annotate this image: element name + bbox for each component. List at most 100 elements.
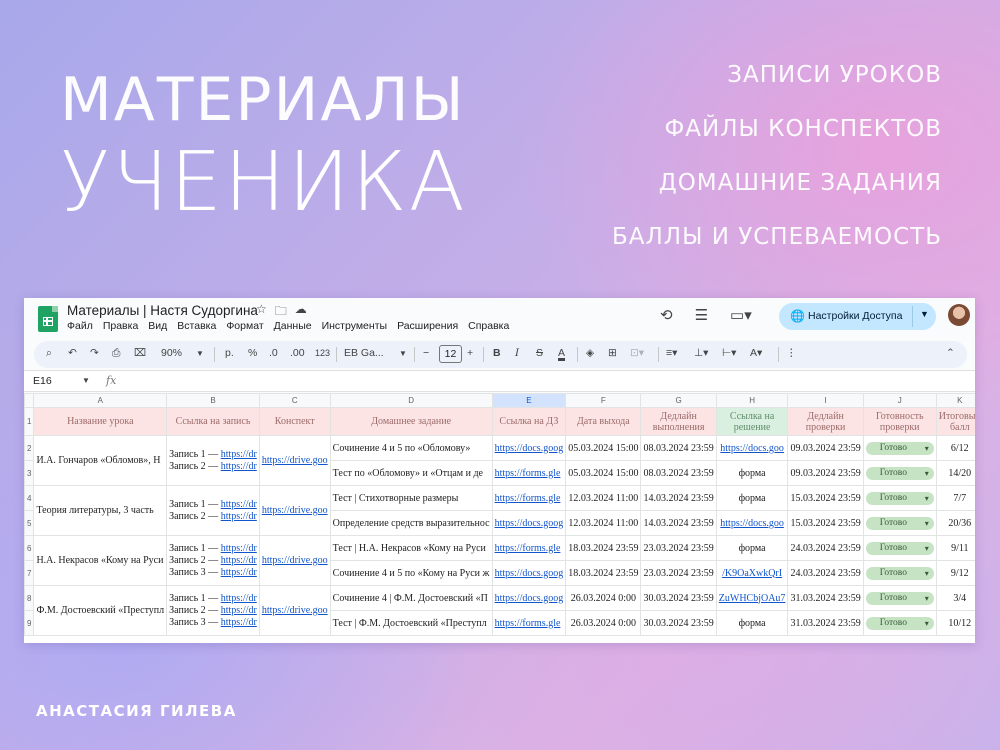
column-header[interactable]: A [33, 393, 168, 408]
column-header[interactable]: H [715, 393, 789, 408]
check-deadline-cell[interactable]: 31.03.2024 23:59 [787, 585, 864, 611]
check-deadline-cell[interactable]: 31.03.2024 23:59 [787, 610, 864, 636]
homework-cell[interactable]: Тест по «Обломову» и «Отцам и де [329, 460, 493, 486]
record-link[interactable]: https://dr [221, 555, 257, 566]
column-header[interactable]: C [258, 393, 331, 408]
merge-cells-icon[interactable]: ⊡▾ [630, 347, 644, 359]
solution-link[interactable]: https://docs.goo [720, 443, 784, 454]
lesson-title-cell[interactable]: И.А. Гончаров «Обломов», Н [33, 435, 168, 486]
status-chip[interactable]: Готово [865, 441, 934, 455]
horizontal-align-icon[interactable]: ≡▾ [666, 347, 677, 359]
homework-cell[interactable]: Сочинение 4 | Ф.М. Достоевский «П [329, 585, 493, 611]
deadline-cell[interactable]: 23.03.2024 23:59 [640, 535, 717, 561]
status-chip[interactable]: Готово [865, 516, 934, 530]
column-header[interactable]: D [329, 393, 493, 408]
homework-link[interactable]: https://docs.goog [495, 518, 564, 529]
text-wrap-icon[interactable]: ⊢▾ [722, 347, 736, 359]
menu-file[interactable]: Файл [67, 320, 93, 332]
borders-icon[interactable]: ⊞ [608, 347, 617, 359]
video-icon[interactable]: ▭▾ [730, 306, 752, 324]
decrease-decimal-button[interactable]: .0 [269, 347, 278, 359]
homework-cell[interactable]: Сочинение 4 и 5 по «Кому на Руси ж [329, 560, 493, 586]
deadline-cell[interactable]: 14.03.2024 23:59 [640, 485, 717, 511]
release-date-cell[interactable]: 26.03.2024 0:00 [565, 610, 642, 636]
homework-link[interactable]: https://forms.gle [495, 493, 561, 504]
chevron-down-icon[interactable]: ▼ [920, 309, 929, 319]
row-header[interactable]: 9 [24, 610, 35, 636]
header-cell[interactable]: Дедлайн проверки [787, 407, 864, 436]
print-icon[interactable]: ⎙ [112, 347, 120, 360]
search-icon[interactable]: ⌕ [46, 347, 52, 360]
homework-link[interactable]: https://forms.gle [495, 468, 561, 479]
header-cell[interactable]: Конспект [258, 407, 331, 436]
check-deadline-cell[interactable]: 24.03.2024 23:59 [787, 535, 864, 561]
column-header[interactable]: F [565, 393, 642, 408]
column-header[interactable]: I [787, 393, 864, 408]
decrease-font-size-icon[interactable]: − [423, 347, 429, 359]
homework-cell[interactable]: Тест | Н.А. Некрасов «Кому на Руси [329, 535, 493, 561]
menu-help[interactable]: Справка [468, 320, 509, 332]
status-chip[interactable]: Готово [865, 491, 934, 505]
status-chip[interactable]: Готово [865, 541, 934, 555]
record-link[interactable]: https://dr [221, 461, 257, 472]
column-header[interactable]: J [862, 393, 937, 408]
font-chevron-icon[interactable]: ▼ [399, 349, 407, 358]
record-link[interactable]: https://dr [221, 449, 257, 460]
solution-link[interactable]: https://docs.goo [720, 518, 784, 529]
status-chip[interactable]: Готово [865, 466, 934, 480]
release-date-cell[interactable]: 12.03.2024 11:00 [565, 485, 642, 511]
header-cell[interactable]: Ссылка на ДЗ [491, 407, 567, 436]
homework-link[interactable]: https://forms.gle [495, 618, 561, 629]
check-deadline-cell[interactable]: 09.03.2024 23:59 [787, 435, 864, 461]
lesson-title-cell[interactable]: Н.А. Некрасов «Кому на Руси [33, 535, 168, 586]
collapse-menu-icon[interactable]: ⌃ [946, 347, 955, 359]
notes-link[interactable]: https://drive.goo [262, 505, 328, 516]
solution-cell[interactable]: форма [715, 485, 789, 511]
homework-link[interactable]: https://docs.goog [495, 568, 564, 579]
sheets-logo-icon[interactable] [38, 306, 58, 332]
header-cell[interactable]: Ссылка на запись [166, 407, 260, 436]
homework-cell[interactable]: Тест | Ф.М. Достоевский «Преступл [329, 610, 493, 636]
menu-edit[interactable]: Правка [103, 320, 138, 332]
column-header[interactable]: K [935, 393, 975, 408]
avatar[interactable] [948, 304, 970, 326]
notes-link[interactable]: https://drive.goo [262, 605, 328, 616]
select-all-corner[interactable] [24, 393, 35, 408]
homework-link[interactable]: https://docs.goog [495, 443, 564, 454]
check-deadline-cell[interactable]: 09.03.2024 23:59 [787, 460, 864, 486]
header-cell[interactable]: Ссылка на решение [715, 407, 789, 436]
column-header-selected[interactable]: E [491, 393, 567, 408]
text-rotation-icon[interactable]: A▾ [750, 347, 762, 359]
deadline-cell[interactable]: 23.03.2024 23:59 [640, 560, 717, 586]
release-date-cell[interactable]: 12.03.2024 11:00 [565, 510, 642, 536]
comment-icon[interactable]: ☰ [695, 306, 708, 324]
score-cell[interactable]: 20/36 [935, 510, 975, 536]
menu-format[interactable]: Формат [226, 320, 263, 332]
homework-link[interactable]: https://docs.goog [495, 593, 564, 604]
record-link[interactable]: https://dr [221, 593, 257, 604]
row-header[interactable]: 2 [24, 435, 35, 461]
homework-cell[interactable]: Сочинение 4 и 5 по «Обломову» [329, 435, 493, 461]
lesson-title-cell[interactable]: Теория литературы, 3 часть [33, 485, 168, 536]
fill-color-icon[interactable]: ◈ [586, 347, 594, 359]
menu-extensions[interactable]: Расширения [397, 320, 458, 332]
header-cell[interactable]: Домашнее задание [329, 407, 493, 436]
record-link[interactable]: https://dr [221, 499, 257, 510]
name-box[interactable]: E16 [33, 375, 52, 387]
row-header[interactable]: 6 [24, 535, 35, 561]
italic-icon[interactable]: I [515, 347, 519, 359]
notes-link[interactable]: https://drive.goo [262, 455, 328, 466]
increase-font-size-icon[interactable]: + [467, 347, 473, 359]
solution-cell[interactable]: форма [715, 610, 789, 636]
strikethrough-icon[interactable]: S [536, 347, 543, 359]
solution-link[interactable]: /K9OaXwkQrI [722, 568, 782, 579]
release-date-cell[interactable]: 18.03.2024 23:59 [565, 535, 642, 561]
row-header[interactable]: 8 [24, 585, 35, 611]
percent-format-button[interactable]: % [248, 347, 257, 359]
homework-cell[interactable]: Определение средств выразительнос [329, 510, 493, 536]
increase-decimal-button[interactable]: .00 [290, 347, 305, 359]
deadline-cell[interactable]: 08.03.2024 23:59 [640, 435, 717, 461]
notes-link[interactable]: https://drive.goo [262, 555, 328, 566]
header-cell[interactable]: Итоговый балл [935, 407, 975, 436]
history-icon[interactable]: ⟲ [660, 306, 673, 324]
